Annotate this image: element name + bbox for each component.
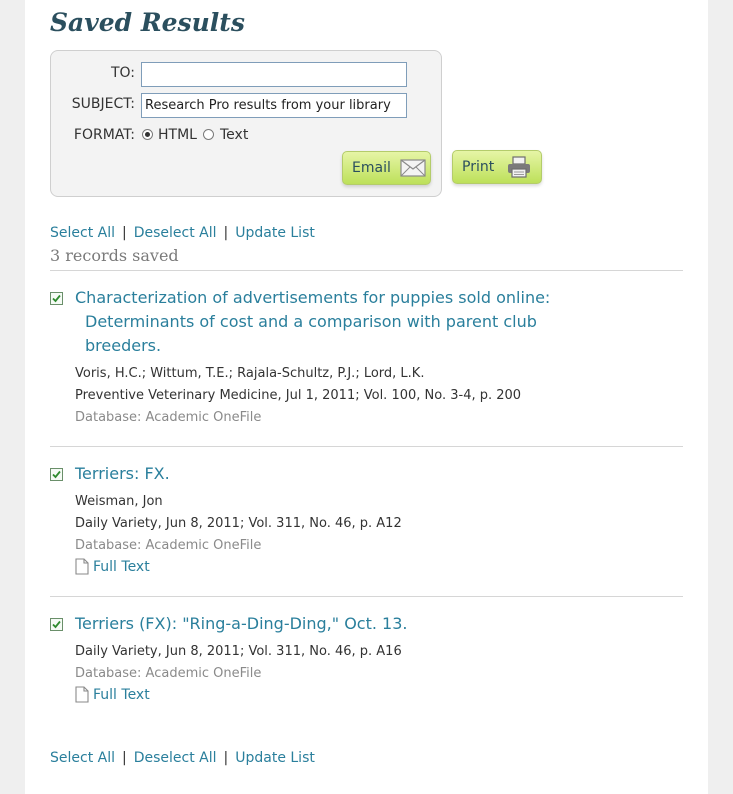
deselect-all-link[interactable]: Deselect All <box>134 750 217 766</box>
record-title-line: Characterization of advertisements for p… <box>75 288 551 307</box>
document-icon <box>75 558 89 575</box>
record-title-line: breeders. <box>85 336 162 355</box>
to-label: TO: <box>110 65 135 81</box>
record-checkbox[interactable] <box>50 292 63 305</box>
update-list-link[interactable]: Update List <box>235 225 315 241</box>
checkmark-icon <box>52 620 61 629</box>
record-item: Terriers (FX): "Ring-a-Ding-Ding," Oct. … <box>50 612 683 712</box>
record-database: Database: Academic OneFile <box>75 538 262 553</box>
separator: | <box>223 750 229 766</box>
deselect-all-link[interactable]: Deselect All <box>134 225 217 241</box>
checkmark-icon <box>52 470 61 479</box>
format-html-radio[interactable] <box>142 129 153 140</box>
record-checkbox[interactable] <box>50 618 63 631</box>
format-text-label: Text <box>220 127 249 143</box>
full-text-label: Full Text <box>93 686 150 703</box>
select-all-link[interactable]: Select All <box>50 225 115 241</box>
action-bar-top: Select All | Deselect All | Update List <box>50 225 315 241</box>
record-title-line: Determinants of cost and a comparison wi… <box>85 312 537 331</box>
record-database: Database: Academic OneFile <box>75 666 262 681</box>
email-form: TO: SUBJECT: Research Pro results from y… <box>50 50 442 197</box>
checkmark-icon <box>52 294 61 303</box>
record-checkbox[interactable] <box>50 468 63 481</box>
record-item: Terriers: FX. Weisman, Jon Daily Variety… <box>50 462 683 587</box>
divider <box>50 596 683 597</box>
envelope-icon <box>400 159 426 177</box>
record-source: Preventive Veterinary Medicine, Jul 1, 2… <box>75 388 522 403</box>
format-html-label: HTML <box>158 127 197 143</box>
print-button[interactable]: Print <box>452 150 542 184</box>
record-title-link[interactable]: Terriers (FX): "Ring-a-Ding-Ding," Oct. … <box>75 612 595 636</box>
subject-label: SUBJECT: <box>71 96 135 112</box>
divider <box>50 446 683 447</box>
subject-input[interactable]: Research Pro results from your library <box>141 93 407 118</box>
format-label: FORMAT: <box>73 127 135 143</box>
record-authors: Weisman, Jon <box>75 494 163 509</box>
page-title: Saved Results <box>50 8 245 37</box>
record-database: Database: Academic OneFile <box>75 410 262 425</box>
divider <box>50 270 683 271</box>
record-authors: Voris, H.C.; Wittum, T.E.; Rajala-Schult… <box>75 366 425 381</box>
record-item: Characterization of advertisements for p… <box>50 286 683 436</box>
separator: | <box>122 225 127 241</box>
printer-icon <box>508 156 530 178</box>
select-all-link[interactable]: Select All <box>50 750 115 766</box>
separator: | <box>122 750 127 766</box>
update-list-link[interactable]: Update List <box>235 750 315 766</box>
separator: | <box>223 225 229 241</box>
record-source: Daily Variety, Jun 8, 2011; Vol. 311, No… <box>75 516 402 531</box>
to-input[interactable] <box>141 62 407 87</box>
action-bar-bottom: Select All | Deselect All | Update List <box>50 750 315 766</box>
full-text-label: Full Text <box>93 558 150 575</box>
email-button-label: Email <box>352 160 391 176</box>
main-content: Saved Results TO: SUBJECT: Research Pro … <box>25 0 708 794</box>
full-text-link[interactable]: Full Text <box>75 558 150 575</box>
print-button-label: Print <box>462 159 495 175</box>
email-button[interactable]: Email <box>342 151 431 185</box>
record-title-link[interactable]: Terriers: FX. <box>75 462 595 486</box>
document-icon <box>75 686 89 703</box>
full-text-link[interactable]: Full Text <box>75 686 150 703</box>
format-text-radio[interactable] <box>203 129 214 140</box>
record-title-link[interactable]: Characterization of advertisements for p… <box>75 286 595 358</box>
record-source: Daily Variety, Jun 8, 2011; Vol. 311, No… <box>75 644 402 659</box>
records-saved-count: 3 records saved <box>50 246 179 265</box>
